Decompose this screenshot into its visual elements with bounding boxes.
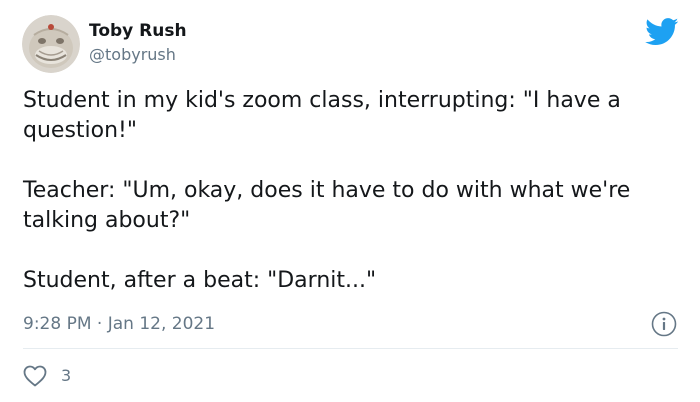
like-count: 3 xyxy=(61,366,72,385)
heart-icon[interactable] xyxy=(23,365,47,387)
tweet-paragraph: Student, after a beat: "Darnit..." xyxy=(23,268,377,293)
twitter-bird-icon[interactable] xyxy=(645,18,679,46)
author-handle[interactable]: @tobyrush xyxy=(89,44,176,66)
author-display-name[interactable]: Toby Rush xyxy=(89,20,187,42)
divider xyxy=(23,348,678,349)
tweet-timestamp[interactable]: 9:28 PM · Jan 12, 2021 xyxy=(23,312,215,336)
avatar-image xyxy=(22,15,80,73)
avatar[interactable] xyxy=(22,15,80,73)
tweet-body: Student in my kid's zoom class, interrup… xyxy=(23,86,673,296)
info-icon[interactable] xyxy=(651,311,677,337)
tweet-paragraph: Student in my kid's zoom class, interrup… xyxy=(23,88,621,143)
like-action[interactable]: 3 xyxy=(23,363,71,389)
tweet-paragraph: Teacher: "Um, okay, does it have to do w… xyxy=(23,178,631,233)
